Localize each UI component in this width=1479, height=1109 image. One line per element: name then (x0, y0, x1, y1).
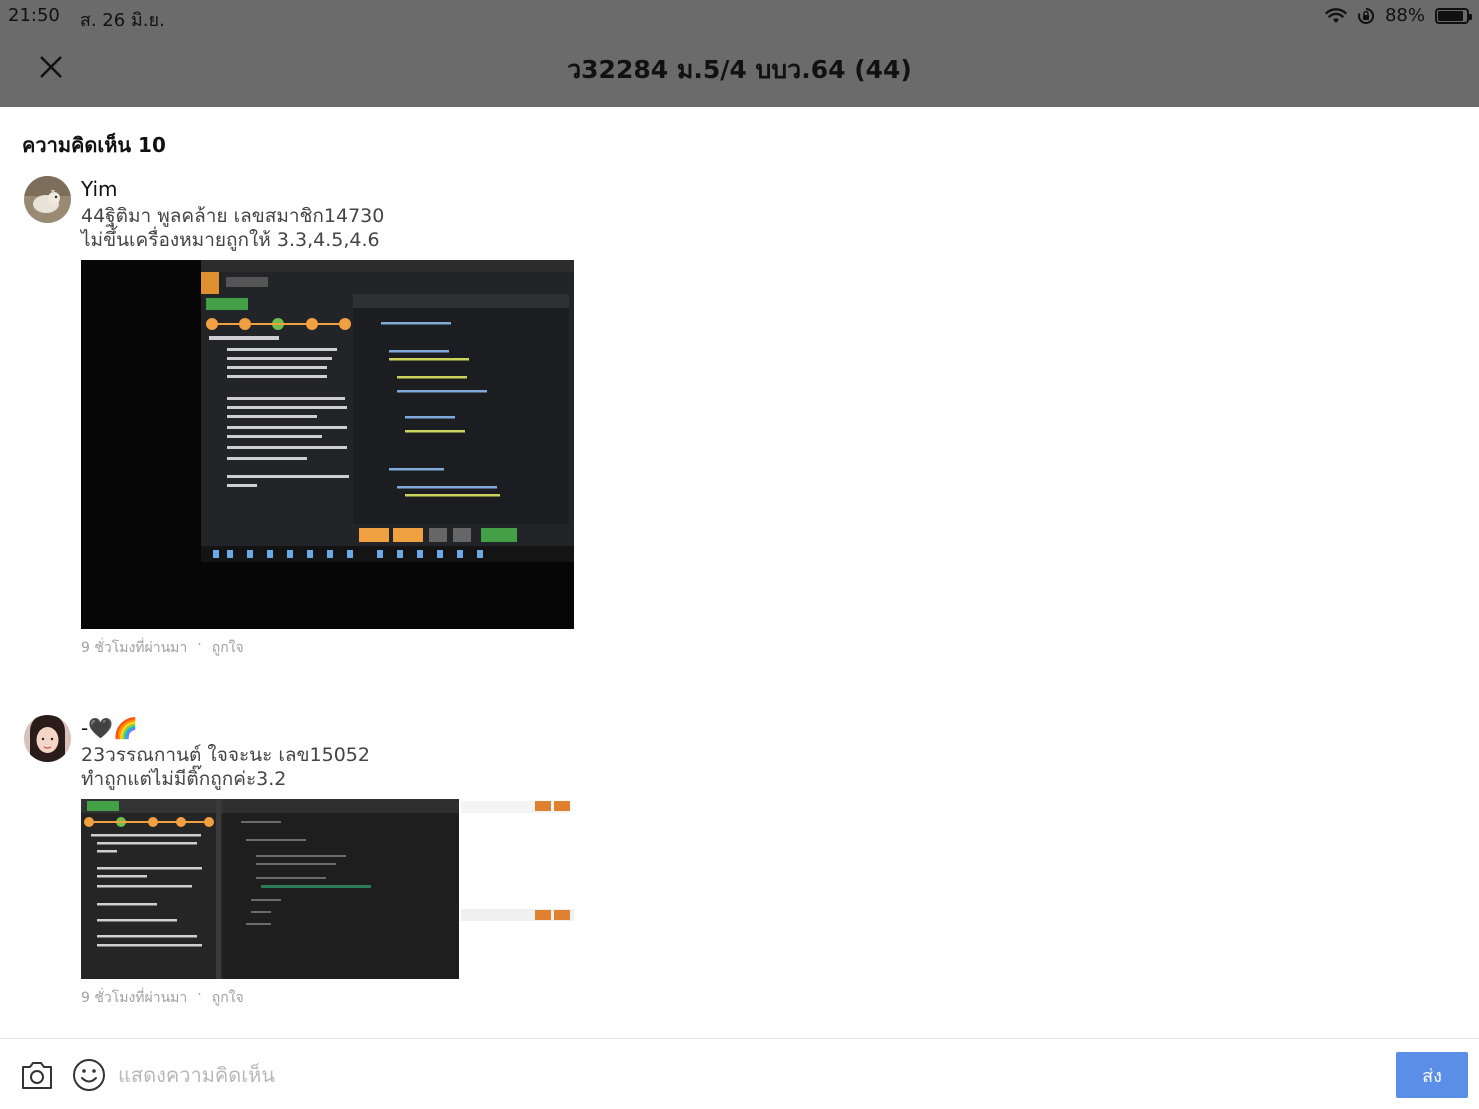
nav-bar: ว32284 ม.5/4 บบว.64 (44) (0, 32, 1479, 107)
avatar[interactable] (24, 176, 71, 223)
send-button[interactable]: ส่ง (1396, 1052, 1468, 1098)
wifi-icon (1325, 7, 1347, 23)
comment-text: 44ฐิติมา พูลคล้าย เลขสมาชิก14730 ไม่ขึ้น… (81, 205, 385, 251)
battery-percent: 88% (1384, 5, 1425, 26)
like-button[interactable]: ถูกใจ (212, 637, 244, 659)
comment-body: Yim 44ฐิติมา พูลคล้าย เลขสมาชิก14730 ไม่… (81, 176, 574, 659)
battery-fill (1438, 10, 1463, 21)
comment-time: 9 ชั่วโมงที่ผ่านมา (81, 640, 188, 656)
battery-cap (1469, 13, 1472, 20)
status-right: 88% (1325, 5, 1472, 26)
status-left: 21:50 ส. 26 มิ.ย. (8, 5, 165, 34)
status-bar: 21:50 ส. 26 มิ.ย. 88% (0, 0, 1479, 32)
status-date: ส. 26 มิ.ย. (79, 10, 165, 31)
attached-image[interactable] (81, 799, 574, 979)
page-title: ว32284 ม.5/4 บบว.64 (44) (567, 55, 912, 84)
meta-separator: · (197, 637, 202, 653)
comment-count: ความคิดเห็น 10 (22, 133, 166, 157)
avatar[interactable] (24, 715, 71, 762)
comment-author[interactable]: -🖤🌈 (81, 715, 574, 743)
comment-meta: 9 ชั่วโมงที่ผ่านมา · ถูกใจ (81, 637, 574, 659)
emoji-icon[interactable] (72, 1058, 106, 1092)
battery-icon (1435, 7, 1472, 24)
comment-author[interactable]: Yim (81, 176, 574, 204)
avatar-image (24, 176, 71, 223)
like-button[interactable]: ถูกใจ (212, 987, 244, 1009)
rotation-lock-icon (1358, 7, 1374, 24)
avatar-image (24, 715, 71, 762)
meta-separator: · (197, 987, 202, 1003)
attached-image[interactable] (81, 260, 574, 629)
comment-composer: ส่ง (0, 1038, 1479, 1109)
comments-panel[interactable]: ความคิดเห็น 10 Yim 44ฐิติมา พูลคล้าย เลข… (0, 107, 1479, 1037)
comment-input[interactable] (118, 1055, 1368, 1095)
comment-meta: 9 ชั่วโมงที่ผ่านมา · ถูกใจ (81, 987, 574, 1009)
status-time: 21:50 (8, 5, 60, 26)
camera-icon[interactable] (20, 1059, 54, 1091)
comment-time: 9 ชั่วโมงที่ผ่านมา (81, 990, 188, 1006)
comment-body: -🖤🌈 23วรรณกานต์ ใจจะนะ เลข15052 ทำถูกแต่… (81, 715, 574, 1009)
comment-text: 23วรรณกานต์ ใจจะนะ เลข15052 ทำถูกแต่ไม่ม… (81, 744, 370, 790)
